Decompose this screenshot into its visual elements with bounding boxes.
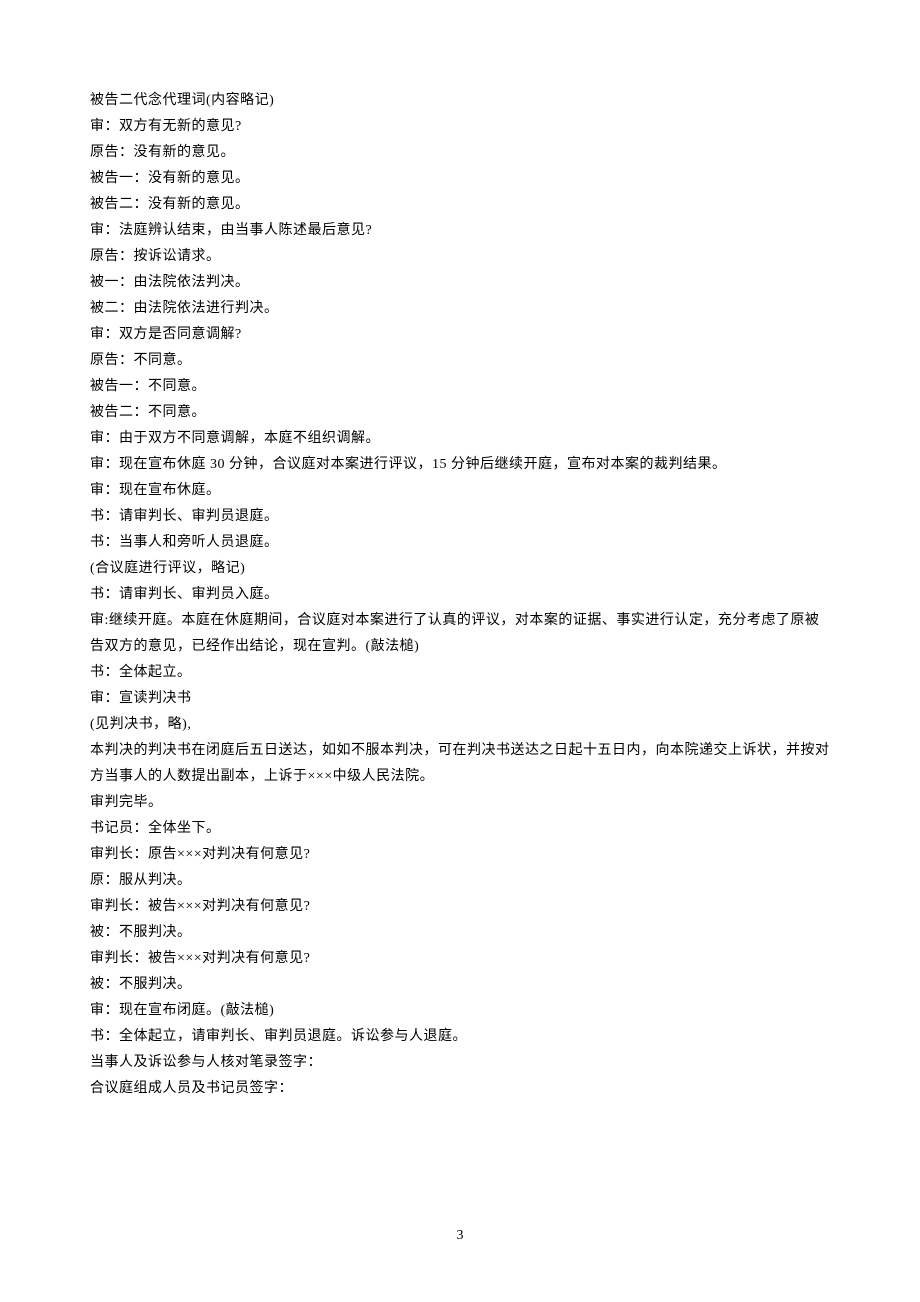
text-line: 合议庭组成人员及书记员签字： xyxy=(90,1076,830,1102)
text-line: 被一：由法院依法判决。 xyxy=(90,270,830,296)
text-line: 书：全体起立，请审判长、审判员退庭。诉讼参与人退庭。 xyxy=(90,1024,830,1050)
text-line: 本判决的判决书在闭庭后五日送达，如如不服本判决，可在判决书送达之日起十五日内，向… xyxy=(90,738,830,790)
text-line: 被告二：没有新的意见。 xyxy=(90,192,830,218)
text-line: 审：现在宣布闭庭。(敲法槌) xyxy=(90,998,830,1024)
text-line: 被告二：不同意。 xyxy=(90,400,830,426)
text-line: 被告一：没有新的意见。 xyxy=(90,166,830,192)
text-line: 审：双方有无新的意见? xyxy=(90,114,830,140)
text-line: 当事人及诉讼参与人核对笔录签字： xyxy=(90,1050,830,1076)
text-line: 书：全体起立。 xyxy=(90,660,830,686)
text-line: 审判长：原告×××对判决有何意见? xyxy=(90,842,830,868)
text-line: 审：现在宣布休庭。 xyxy=(90,478,830,504)
text-line: 被：不服判决。 xyxy=(90,972,830,998)
document-body: 被告二代念代理词(内容略记) 审：双方有无新的意见? 原告：没有新的意见。 被告… xyxy=(90,88,830,1102)
text-line: 被：不服判决。 xyxy=(90,920,830,946)
text-line: (见判决书，略), xyxy=(90,712,830,738)
text-line: 原告：没有新的意见。 xyxy=(90,140,830,166)
text-line: 审判完毕。 xyxy=(90,790,830,816)
text-line: 审：现在宣布休庭 30 分钟，合议庭对本案进行评议，15 分钟后继续开庭，宣布对… xyxy=(90,452,830,478)
text-line: 被告一：不同意。 xyxy=(90,374,830,400)
text-line: 原告：不同意。 xyxy=(90,348,830,374)
text-line: 被告二代念代理词(内容略记) xyxy=(90,88,830,114)
text-line: 原：服从判决。 xyxy=(90,868,830,894)
page-number: 3 xyxy=(457,1228,464,1244)
text-line: 审判长：被告×××对判决有何意见? xyxy=(90,894,830,920)
text-line: 书：请审判长、审判员入庭。 xyxy=(90,582,830,608)
text-line: 原告：按诉讼请求。 xyxy=(90,244,830,270)
text-line: 审判长：被告×××对判决有何意见? xyxy=(90,946,830,972)
text-line: 审：法庭辨认结束，由当事人陈述最后意见? xyxy=(90,218,830,244)
text-line: 书：请审判长、审判员退庭。 xyxy=(90,504,830,530)
text-line: 审：宣读判决书 xyxy=(90,686,830,712)
text-line: 审：双方是否同意调解? xyxy=(90,322,830,348)
text-line: 书：当事人和旁听人员退庭。 xyxy=(90,530,830,556)
text-line: 书记员：全体坐下。 xyxy=(90,816,830,842)
text-line: (合议庭进行评议，略记) xyxy=(90,556,830,582)
text-line: 被二：由法院依法进行判决。 xyxy=(90,296,830,322)
text-line: 审:继续开庭。本庭在休庭期间，合议庭对本案进行了认真的评议，对本案的证据、事实进… xyxy=(90,608,830,660)
text-line: 审：由于双方不同意调解，本庭不组织调解。 xyxy=(90,426,830,452)
